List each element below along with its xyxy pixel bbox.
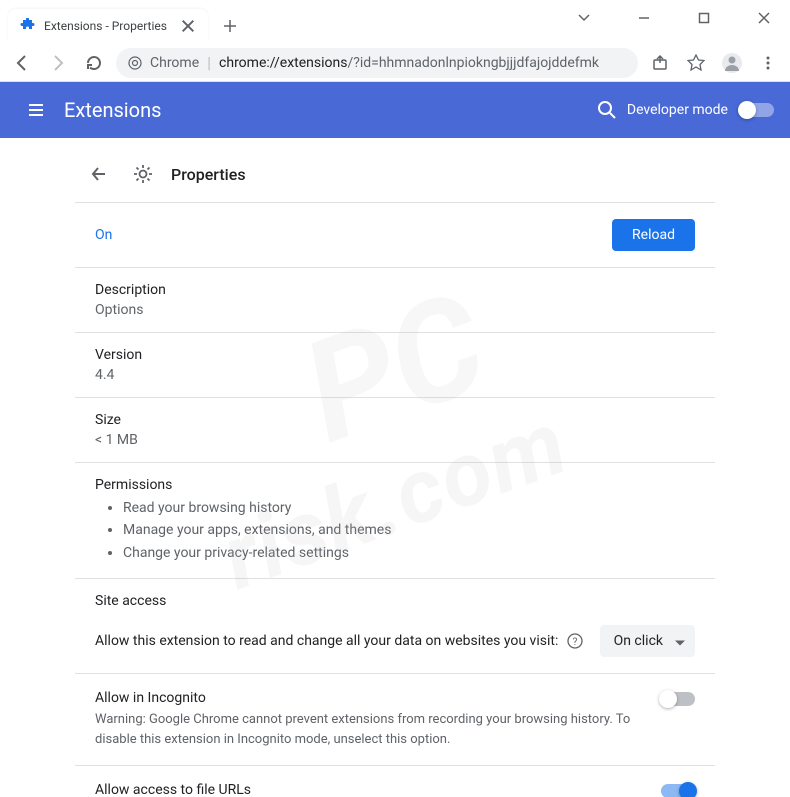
share-icon[interactable]: [646, 49, 674, 77]
permissions-list: Read your browsing history Manage your a…: [95, 497, 695, 564]
incognito-toggle[interactable]: [661, 692, 695, 706]
address-bar[interactable]: Chrome | chrome://extensions/?id=hhmnado…: [116, 48, 638, 78]
minimize-button[interactable]: [626, 4, 662, 32]
reload-button[interactable]: [80, 49, 108, 77]
new-tab-button[interactable]: [216, 12, 244, 40]
tab-close-icon[interactable]: [180, 18, 196, 34]
description-label: Description: [95, 282, 695, 298]
help-icon[interactable]: ?: [566, 632, 584, 650]
permission-item: Change your privacy-related settings: [123, 542, 695, 564]
reload-extension-button[interactable]: Reload: [612, 219, 695, 251]
gear-icon: [131, 162, 155, 186]
maximize-button[interactable]: [686, 4, 722, 32]
search-icon[interactable]: [587, 90, 627, 130]
file-urls-title: Allow access to file URLs: [95, 782, 641, 797]
permission-item: Read your browsing history: [123, 497, 695, 519]
page-title: Properties: [171, 165, 246, 184]
back-arrow-icon[interactable]: [83, 158, 115, 190]
url-domain: chrome://extensions: [219, 55, 347, 71]
chrome-icon: [128, 56, 142, 70]
incognito-desc: Warning: Google Chrome cannot prevent ex…: [95, 710, 641, 749]
url-scheme: Chrome: [150, 55, 199, 71]
svg-text:?: ?: [573, 637, 578, 648]
permission-item: Manage your apps, extensions, and themes: [123, 519, 695, 541]
hamburger-menu-icon[interactable]: [16, 90, 56, 130]
developer-mode-toggle[interactable]: [740, 103, 774, 117]
size-value: < 1 MB: [95, 432, 695, 448]
site-access-desc: Allow this extension to read and change …: [95, 633, 558, 649]
extensions-title: Extensions: [64, 98, 587, 122]
menu-icon[interactable]: [754, 49, 782, 77]
status-label: On: [95, 227, 112, 243]
back-button[interactable]: [8, 49, 36, 77]
browser-tab[interactable]: Extensions - Properties: [8, 9, 208, 43]
puzzle-icon: [20, 18, 36, 34]
site-access-dropdown[interactable]: On click: [600, 625, 695, 657]
size-label: Size: [95, 412, 695, 428]
forward-button[interactable]: [44, 49, 72, 77]
tab-title: Extensions - Properties: [44, 19, 172, 33]
file-urls-toggle[interactable]: [661, 784, 695, 797]
close-button[interactable]: [746, 4, 782, 32]
incognito-title: Allow in Incognito: [95, 690, 641, 706]
chevron-down-icon[interactable]: [566, 4, 602, 32]
version-label: Version: [95, 347, 695, 363]
description-value: Options: [95, 302, 695, 318]
developer-mode-label: Developer mode: [627, 102, 728, 118]
permissions-label: Permissions: [95, 477, 695, 493]
site-access-label: Site access: [95, 593, 695, 609]
version-value: 4.4: [95, 367, 695, 383]
profile-icon[interactable]: [718, 49, 746, 77]
bookmark-icon[interactable]: [682, 49, 710, 77]
url-path: /?id=hhmnadonlnpiokngbjjjdfajojddefmk: [347, 55, 599, 71]
